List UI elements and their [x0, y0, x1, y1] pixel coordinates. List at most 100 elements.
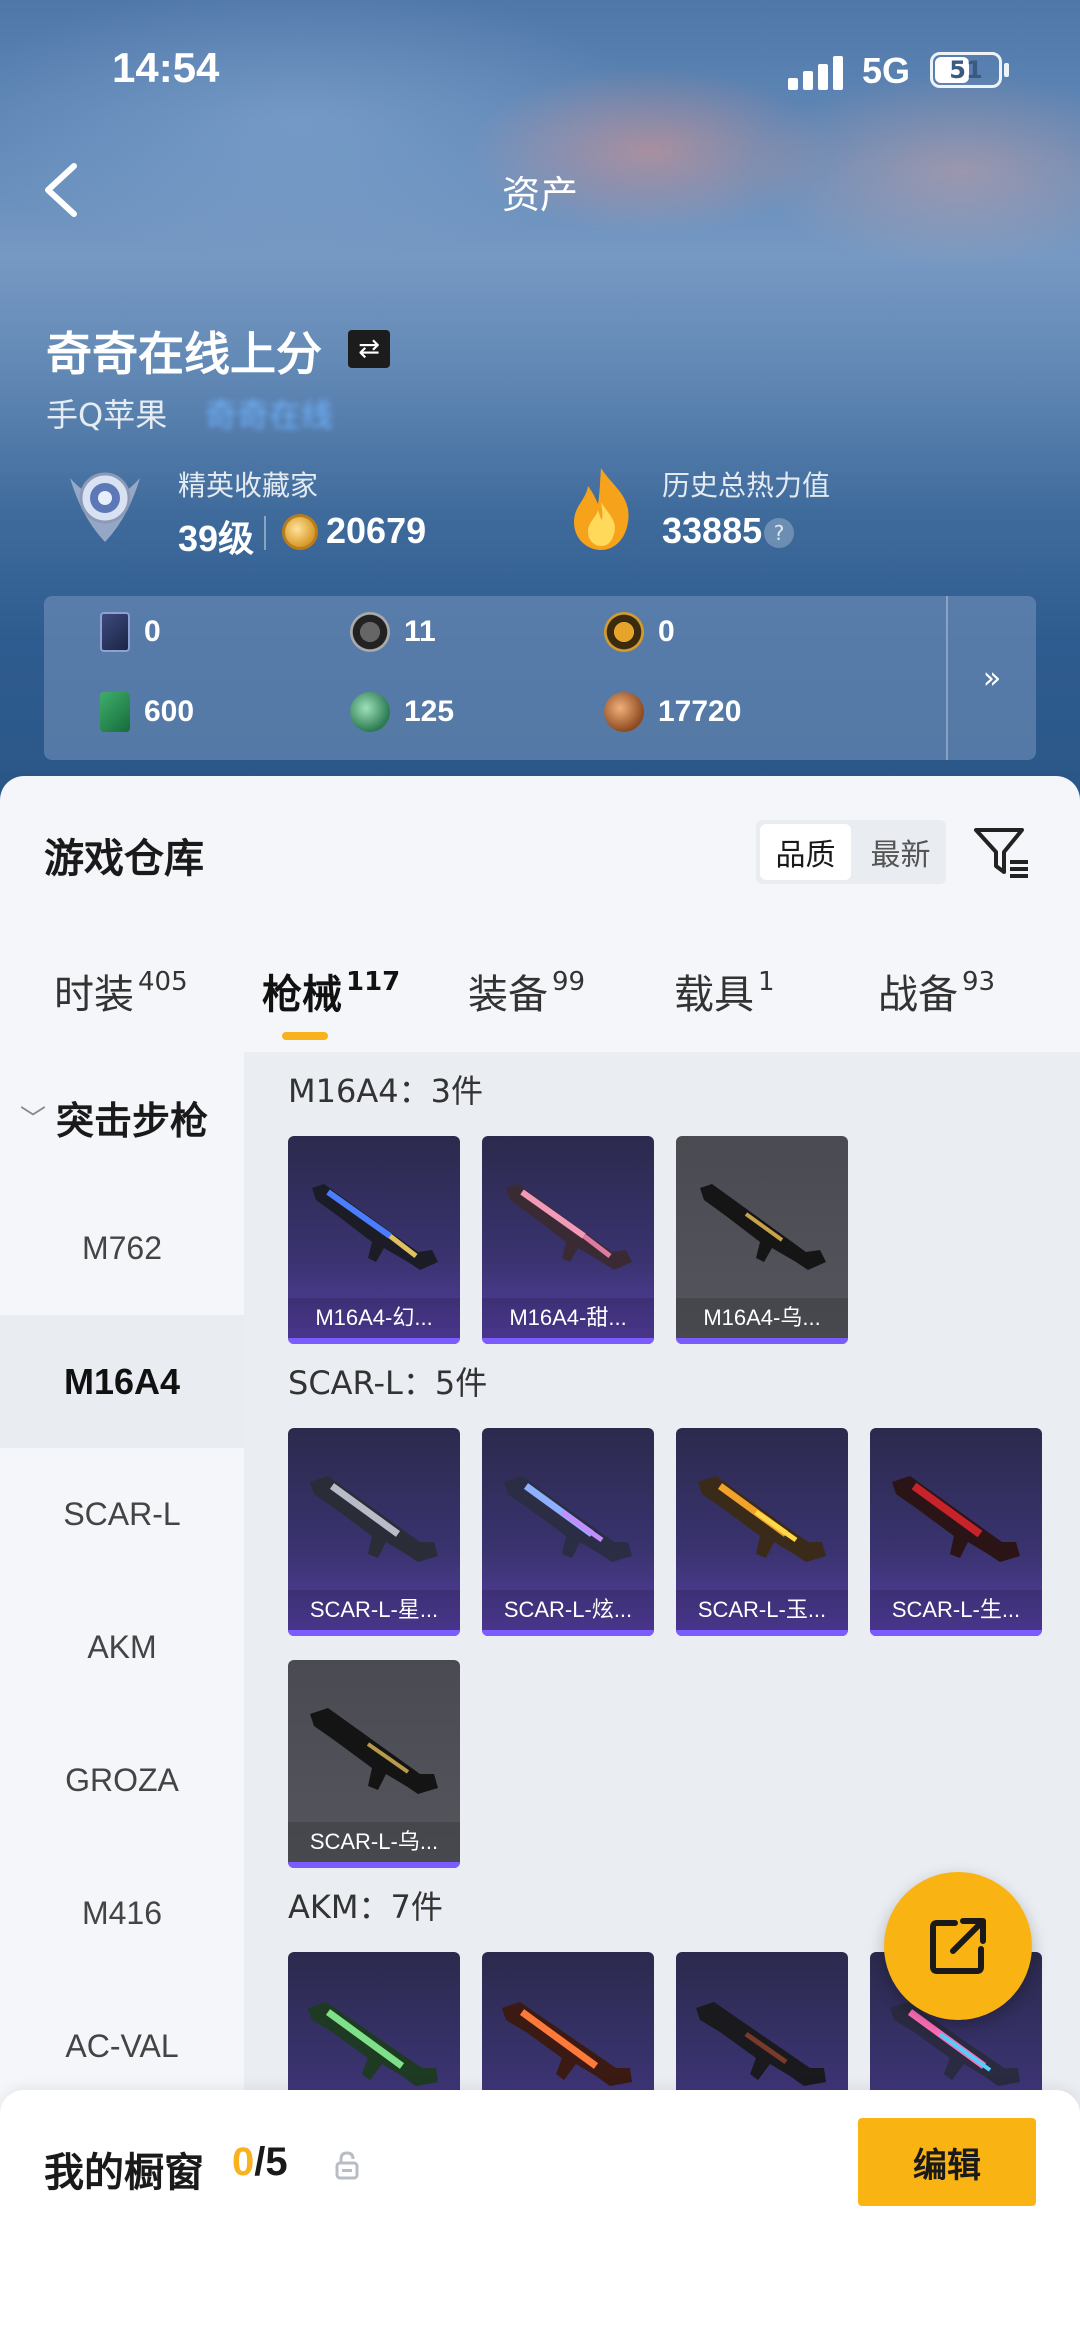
tab-count: 93	[962, 967, 996, 997]
currency-item: 600	[100, 692, 194, 732]
tab-count: 405	[138, 967, 188, 997]
bronze-coin-icon	[604, 692, 644, 732]
currency-item: 0	[100, 612, 161, 652]
platform-label: 手Q苹果	[46, 396, 168, 434]
jade-coin-icon	[350, 692, 390, 732]
group-title: M16A4：3件	[288, 1072, 483, 1110]
currency-value: 0	[144, 615, 161, 648]
tab-count: 1	[758, 967, 775, 997]
weapon-name: M16A4-幻...	[288, 1298, 460, 1338]
tab-vehicles[interactable]: 载具 1	[674, 962, 775, 1020]
weapon-name: SCAR-L-星...	[288, 1590, 460, 1630]
battery-tip	[1004, 63, 1009, 77]
heat-title: 历史总热力值	[662, 469, 831, 502]
currency-value: 600	[144, 695, 195, 728]
weapon-card[interactable]: SCAR-L-星...	[288, 1428, 460, 1636]
weapon-card[interactable]: SCAR-L-生...	[870, 1428, 1042, 1636]
showcase-bar: 我的橱窗 0/5 编辑	[0, 2090, 1080, 2337]
sort-newest-button[interactable]: 最新	[855, 820, 946, 884]
warehouse-title: 游戏仓库	[44, 836, 204, 882]
double-chevron-right-icon: »	[982, 660, 1002, 696]
chevron-down-icon: ﹀	[20, 1104, 47, 1135]
weapon-card[interactable]: M16A4-甜...	[482, 1136, 654, 1344]
weapon-name: SCAR-L-炫...	[482, 1590, 654, 1630]
rifle-icon	[506, 1184, 632, 1270]
rifle-icon	[696, 2002, 826, 2086]
tab-label: 装备	[468, 972, 548, 1018]
flame-icon	[574, 468, 629, 550]
tab-count: 117	[346, 967, 401, 997]
tab-equipment[interactable]: 装备 99	[468, 962, 585, 1020]
currency-item: 0	[604, 612, 675, 652]
gold-token-icon	[604, 612, 644, 652]
showcase-count: 0/5	[232, 2140, 288, 2185]
sort-quality-button[interactable]: 品质	[760, 824, 851, 880]
heat-value: 33885	[662, 510, 763, 551]
sidebar-item-m762[interactable]: M762	[0, 1182, 244, 1315]
sidebar-item-groza[interactable]: GROZA	[0, 1714, 244, 1847]
weapon-card[interactable]: SCAR-L-炫...	[482, 1428, 654, 1636]
battery-level: 51	[949, 56, 983, 84]
currency-value: 125	[404, 695, 455, 728]
rarity-bar	[288, 1862, 460, 1868]
sidebar-item-m16a4[interactable]: M16A4	[0, 1315, 244, 1448]
share-button[interactable]	[884, 1872, 1032, 2020]
lock-icon	[335, 2151, 359, 2180]
currency-panel: 0 11 0 600 125 17720 »	[44, 596, 1036, 760]
player-name: 奇奇在线上分	[46, 327, 322, 381]
network-type: 5G	[862, 50, 911, 91]
sort-toggle: 品质 最新	[756, 820, 946, 884]
category-tabs: 时装 405 枪械 117 装备 99 载具 1 战备 93	[0, 962, 1080, 1042]
card-icon	[100, 612, 130, 652]
sidebar-item-m416[interactable]: M416	[0, 1847, 244, 1980]
coin-value: 20679	[326, 510, 427, 551]
weapon-name: SCAR-L-乌...	[288, 1822, 460, 1862]
weapon-card[interactable]: M16A4-乌...	[676, 1136, 848, 1344]
warehouse-header: 游戏仓库 品质 最新	[0, 776, 1080, 926]
status-bar: 14:54 5G 51	[0, 0, 1080, 140]
status-time: 14:54	[112, 44, 220, 91]
rarity-bar	[288, 1338, 460, 1344]
battery-icon: 51	[930, 52, 1002, 88]
switch-account-icon[interactable]: ⇄	[348, 330, 390, 368]
rarity-bar	[288, 1630, 460, 1636]
green-ticket-icon	[100, 692, 130, 732]
weapon-card[interactable]: SCAR-L-乌...	[288, 1660, 460, 1868]
rarity-bar	[482, 1630, 654, 1636]
sidebar-item-scar-l[interactable]: SCAR-L	[0, 1448, 244, 1581]
tab-supplies[interactable]: 战备 93	[878, 962, 995, 1020]
tab-count: 99	[552, 967, 586, 997]
rank-level: 39级	[178, 518, 255, 559]
currency-more-button[interactable]: »	[946, 596, 1036, 760]
rank-title: 精英收藏家	[178, 469, 319, 502]
page-title: 资产	[501, 173, 578, 217]
currency-item: 17720	[604, 692, 741, 732]
weapon-card[interactable]: M16A4-幻...	[288, 1136, 460, 1344]
showcase-total: /5	[254, 2140, 288, 2184]
showcase-current: 0	[232, 2140, 255, 2184]
rifle-icon	[312, 1184, 438, 1270]
weapon-card[interactable]: SCAR-L-玉...	[676, 1428, 848, 1636]
rifle-icon	[698, 1476, 826, 1562]
platform-link[interactable]: 奇奇在线	[205, 390, 333, 436]
tab-fashion[interactable]: 时装 405	[54, 962, 188, 1020]
showcase-label: 我的橱窗	[44, 2150, 204, 2196]
filter-icon[interactable]	[972, 822, 1032, 882]
rifle-icon	[892, 1476, 1020, 1562]
tab-label: 时装	[54, 972, 134, 1018]
coin-icon	[282, 514, 318, 550]
sidebar-item-akm[interactable]: AKM	[0, 1581, 244, 1714]
rifle-icon	[310, 1476, 438, 1562]
help-icon[interactable]: ?	[764, 518, 794, 548]
tab-label: 战备	[878, 972, 958, 1018]
currency-value: 11	[404, 615, 436, 648]
rarity-bar	[676, 1630, 848, 1636]
silver-token-icon	[350, 612, 390, 652]
tab-firearms[interactable]: 枪械 117	[262, 962, 400, 1020]
weapon-name: M16A4-甜...	[482, 1298, 654, 1338]
sidebar-category-assault-rifle[interactable]: ﹀ 突击步枪	[0, 1052, 244, 1182]
currency-value: 17720	[658, 695, 742, 728]
rarity-bar	[482, 1338, 654, 1344]
edit-button[interactable]: 编辑	[858, 2118, 1036, 2206]
share-icon	[930, 1918, 986, 1974]
